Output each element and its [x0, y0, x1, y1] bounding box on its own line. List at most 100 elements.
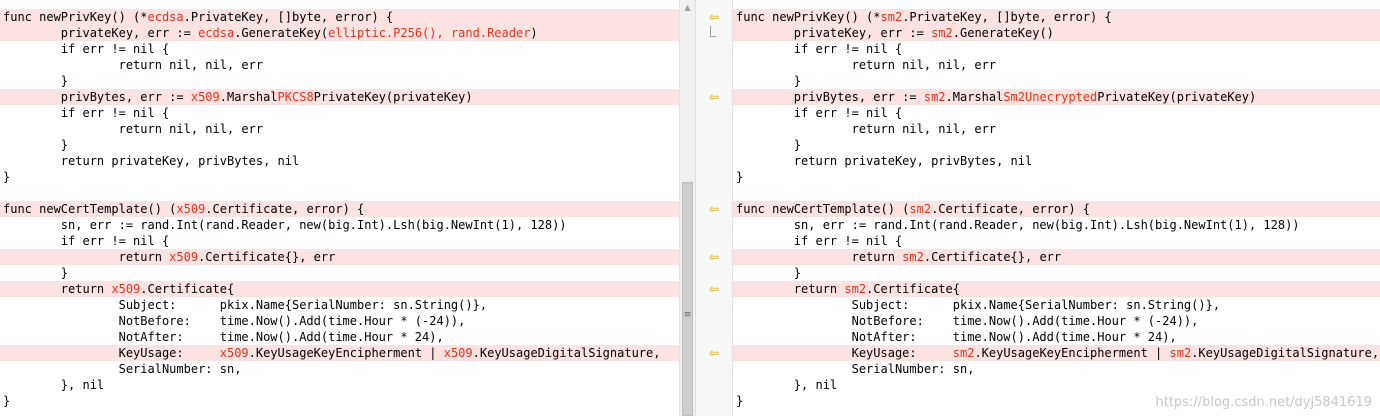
left-code-pane[interactable]: func newPrivKey() (*ecdsa.PrivateKey, []…	[0, 0, 679, 416]
merge-left-arrow-icon[interactable]: ⇦	[706, 9, 722, 25]
changed-token: sm2	[1169, 346, 1192, 360]
changed-token: sm2	[880, 10, 903, 24]
code-token: PrivateKey(privateKey)	[313, 90, 473, 104]
code-token: if err != nil {	[736, 42, 903, 56]
changed-token: x509	[219, 346, 249, 360]
code-token: NotBefore: time.Now().Add(time.Hour * (-…	[736, 314, 1199, 328]
merge-left-arrow-icon[interactable]: ⇦	[706, 249, 722, 265]
code-token: }, nil	[3, 378, 105, 392]
diff-code-line: return sm2.Certificate{}, err	[733, 249, 1380, 265]
code-token: .KeyUsageKeyEncipherment |	[248, 346, 444, 360]
code-token: .Certificate, error) {	[205, 202, 365, 216]
diff-code-line: KeyUsage: sm2.KeyUsageKeyEncipherment | …	[733, 345, 1380, 361]
scroll-thumb[interactable]: ≡	[682, 182, 693, 416]
code-token: }	[3, 266, 69, 280]
changed-token: x509	[443, 346, 473, 360]
code-token: .Certificate{}, err	[923, 250, 1062, 264]
thumb-grip-icon: ≡	[683, 310, 692, 320]
changed-token: PKCS8	[277, 90, 314, 104]
code-line: sn, err := rand.Int(rand.Reader, new(big…	[733, 217, 1380, 233]
vertical-scrollbar[interactable]: ▲ ≡	[679, 0, 695, 416]
code-token: func newCertTemplate() (	[3, 202, 177, 216]
code-token: .PrivateKey, []byte, error) {	[902, 10, 1112, 24]
code-token: .KeyUsageDigitalSignature,	[1191, 346, 1380, 360]
watermark: https://blog.csdn.net/dyj5841619	[1155, 395, 1372, 410]
code-token: func newPrivKey() (*	[3, 10, 148, 24]
code-token: .Marshal	[945, 90, 1004, 104]
code-line: }	[733, 137, 1380, 153]
code-line: if err != nil {	[733, 233, 1380, 249]
code-token: NotAfter: time.Now().Add(time.Hour * 24)…	[736, 330, 1177, 344]
diff-code-line: func newPrivKey() (*sm2.PrivateKey, []by…	[733, 9, 1380, 25]
changed-token: ecdsa	[198, 26, 235, 40]
code-token: return	[736, 250, 903, 264]
code-token: }	[3, 138, 69, 152]
code-token: NotBefore: time.Now().Add(time.Hour * (-…	[3, 314, 466, 328]
code-token: return	[3, 282, 112, 296]
code-line: }	[0, 73, 679, 89]
changed-token: elliptic.P256(), rand.Reader	[328, 26, 531, 40]
changed-token: Sm2Unecrypted	[1003, 90, 1098, 104]
code-token: .Certificate{}, err	[198, 250, 336, 264]
code-token: .Certificate{	[866, 282, 960, 296]
scroll-up-arrow-icon[interactable]: ▲	[680, 0, 695, 16]
right-code-pane[interactable]: func newPrivKey() (*sm2.PrivateKey, []by…	[733, 0, 1380, 416]
code-line: return nil, nil, err	[0, 57, 679, 73]
changed-token: x509	[176, 202, 206, 216]
code-line: return nil, nil, err	[733, 57, 1380, 73]
code-token: func newCertTemplate() (	[736, 202, 910, 216]
code-line: }, nil	[0, 377, 679, 393]
code-line: return nil, nil, err	[733, 121, 1380, 137]
code-token: .PrivateKey, []byte, error) {	[183, 10, 394, 24]
merge-left-arrow-icon[interactable]: ⇦	[706, 89, 722, 105]
code-token: }	[3, 394, 11, 408]
code-token: func newPrivKey() (*	[736, 10, 881, 24]
diff-code-line: privateKey, err := sm2.GenerateKey()	[733, 25, 1380, 41]
changed-token: x509	[190, 90, 220, 104]
code-token: return privateKey, privBytes, nil	[736, 154, 1033, 168]
code-token: )	[530, 26, 538, 40]
code-line: NotAfter: time.Now().Add(time.Hour * 24)…	[0, 329, 679, 345]
diff-code-line: func newCertTemplate() (sm2.Certificate,…	[733, 201, 1380, 217]
diff-code-line: KeyUsage: x509.KeyUsageKeyEncipherment |…	[0, 345, 679, 361]
code-line: return privateKey, privBytes, nil	[0, 153, 679, 169]
code-line: }	[733, 265, 1380, 281]
code-token: KeyUsage:	[736, 346, 953, 360]
code-token: }	[736, 170, 744, 184]
code-line: return nil, nil, err	[0, 121, 679, 137]
code-token: .Certificate{	[140, 282, 235, 296]
merge-left-arrow-icon[interactable]: ⇦	[706, 201, 722, 217]
code-token: }	[736, 138, 802, 152]
code-token: NotAfter: time.Now().Add(time.Hour * 24)…	[3, 330, 444, 344]
code-token: if err != nil {	[3, 42, 170, 56]
code-line: if err != nil {	[0, 105, 679, 121]
diff-code-line: return sm2.Certificate{	[733, 281, 1380, 297]
code-line: }	[0, 137, 679, 153]
merge-left-arrow-icon[interactable]: ⇦	[706, 281, 722, 297]
code-token: if err != nil {	[736, 234, 903, 248]
code-line: if err != nil {	[733, 41, 1380, 57]
code-line: sn, err := rand.Int(rand.Reader, new(big…	[0, 217, 679, 233]
code-line: SerialNumber: sn,	[0, 361, 679, 377]
code-token: KeyUsage:	[3, 346, 220, 360]
code-token: }	[3, 170, 11, 184]
code-token: return nil, nil, err	[736, 58, 997, 72]
code-line: NotAfter: time.Now().Add(time.Hour * 24)…	[733, 329, 1380, 345]
code-token: Subject: pkix.Name{SerialNumber: sn.Stri…	[736, 298, 1221, 312]
code-token: .KeyUsageKeyEncipherment |	[974, 346, 1170, 360]
code-token: SerialNumber: sn,	[3, 362, 242, 376]
code-token: }	[736, 394, 744, 408]
code-line: NotBefore: time.Now().Add(time.Hour * (-…	[733, 313, 1380, 329]
code-token: .Marshal	[219, 90, 278, 104]
code-token: return	[3, 250, 170, 264]
code-token: }	[736, 74, 802, 88]
code-line: }	[0, 169, 679, 185]
changed-token: ecdsa	[147, 10, 184, 24]
code-line: return privateKey, privBytes, nil	[733, 153, 1380, 169]
code-token: PrivateKey(privateKey)	[1097, 90, 1257, 104]
merge-left-arrow-icon[interactable]: ⇦	[706, 345, 722, 361]
code-token: }, nil	[736, 378, 838, 392]
code-token: .Certificate, error) {	[931, 202, 1091, 216]
code-token: privateKey, err :=	[736, 26, 932, 40]
